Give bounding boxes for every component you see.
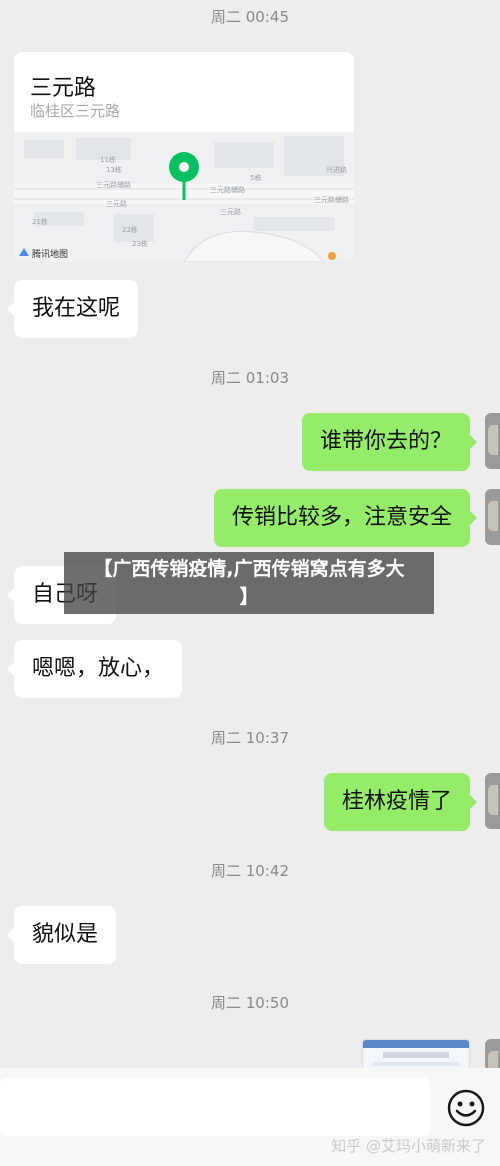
map-label: 21栋 — [32, 217, 48, 226]
self-avatar[interactable] — [485, 413, 500, 469]
timestamp: 周二 10:50 — [211, 994, 289, 1012]
title-banner: 【广西传销疫情,广西传销窝点有多大 】 — [64, 552, 434, 614]
map-label: 兴进路 — [326, 165, 347, 174]
map-label: 23栋 — [132, 239, 148, 248]
location-title: 三元路 — [30, 76, 97, 101]
timestamp: 周二 01:03 — [211, 369, 289, 387]
map-label: 三元路 — [220, 207, 241, 216]
message-bubble-outgoing[interactable]: 谁带你去的？ — [301, 413, 478, 471]
smiley-face-icon[interactable] — [446, 1088, 486, 1128]
self-avatar[interactable] — [485, 773, 500, 829]
message-input[interactable] — [0, 1078, 430, 1136]
map-label: 11栋 — [100, 155, 116, 164]
banner-line-1: 【广西传销疫情,广西传销窝点有多大 — [93, 558, 405, 580]
watermark: 知乎 @艾玛小萌新来了 — [331, 1137, 486, 1155]
map-label: 13栋 — [106, 165, 122, 174]
map-label: 5栋 — [250, 173, 261, 182]
map-label: 三元路辅路 — [210, 185, 245, 194]
timestamp: 周二 00:45 — [211, 8, 289, 26]
message-bubble-outgoing[interactable]: 传销比较多，注意安全 — [213, 489, 478, 547]
map-label: 三元路 — [106, 199, 127, 208]
map-label: 22栋 — [122, 225, 138, 234]
svg-text:腾讯地图: 腾讯地图 — [32, 248, 68, 260]
message-bubble-outgoing[interactable]: 桂林疫情了 — [323, 773, 478, 831]
message-bubble-incoming[interactable]: 嗯嗯，放心， — [6, 640, 183, 698]
self-avatar[interactable] — [485, 1039, 500, 1071]
banner-line-2: 】 — [239, 586, 259, 608]
map-label: 三元路辅路 — [96, 180, 131, 189]
location-card[interactable]: 三元路 临桂区三元路 11栋 13栋 5栋 三元路辅路 三元路 三元路 三元路辅… — [14, 52, 354, 262]
message-bubble-incoming[interactable]: 我在这呢 — [6, 280, 139, 338]
message-bubble-incoming[interactable]: 貌似是 — [6, 906, 117, 964]
self-avatar[interactable] — [485, 489, 500, 545]
map-label: 三元路辅路 — [314, 195, 349, 204]
timestamp: 周二 10:37 — [211, 729, 289, 747]
timestamp: 周二 10:42 — [211, 862, 289, 880]
location-subtitle: 临桂区三元路 — [30, 102, 121, 120]
map-preview[interactable]: 11栋 13栋 5栋 三元路辅路 三元路 三元路 三元路辅路 三元路辅路 兴进路… — [14, 132, 354, 262]
